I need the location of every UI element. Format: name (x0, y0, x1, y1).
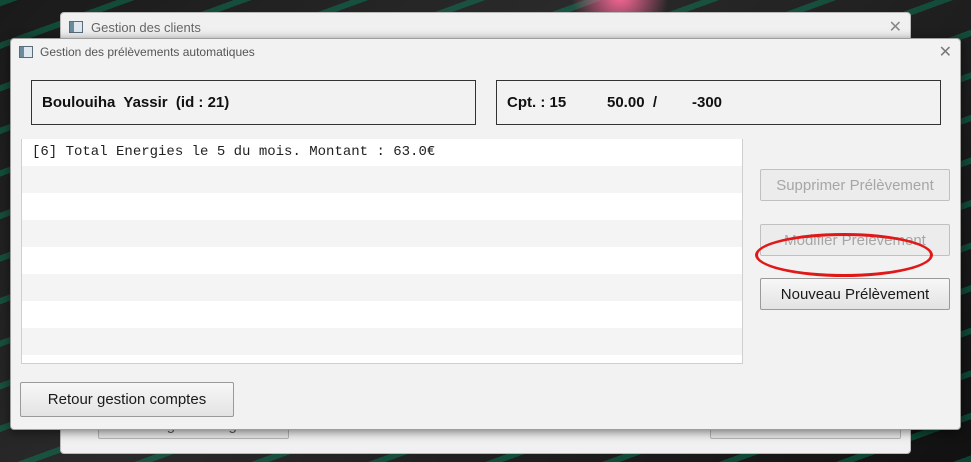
list-item[interactable] (22, 193, 742, 220)
modify-debit-button[interactable]: Modifier Prélèvement (760, 224, 950, 256)
app-icon (19, 46, 33, 58)
list-item[interactable] (22, 220, 742, 247)
dialog-titlebar: Gestion des prélèvements automatiques (11, 39, 960, 65)
delete-debit-button[interactable]: Supprimer Prélèvement (760, 169, 950, 201)
debit-list[interactable]: [6] Total Energies le 5 du mois. Montant… (21, 139, 743, 364)
app-icon (69, 21, 83, 33)
dialog-title: Gestion des prélèvements automatiques (40, 45, 255, 59)
list-item[interactable] (22, 166, 742, 193)
list-item[interactable] (22, 301, 742, 328)
back-accounts-button[interactable]: Retour gestion comptes (20, 382, 234, 417)
list-item[interactable] (22, 274, 742, 301)
client-info: Boulouiha Yassir (id : 21) (42, 94, 230, 111)
close-icon[interactable]: ✕ (889, 17, 902, 37)
client-info-box: Boulouiha Yassir (id : 21) (31, 80, 476, 125)
list-item[interactable] (22, 355, 742, 363)
account-label: Cpt. : 15 (507, 94, 567, 111)
account-overdraft: -300 (692, 94, 723, 111)
close-icon[interactable]: ✕ (939, 42, 952, 62)
background-window-title: Gestion des clients (91, 19, 201, 35)
list-item[interactable]: [6] Total Energies le 5 du mois. Montant… (22, 139, 742, 166)
account-info-box: Cpt. : 15 50.00 / -300 (496, 80, 941, 125)
list-item[interactable] (22, 328, 742, 355)
debit-management-dialog: Gestion des prélèvements automatiques ✕ … (10, 38, 961, 430)
list-item[interactable] (22, 247, 742, 274)
background-titlebar: Gestion des clients (61, 13, 910, 41)
account-balance: 50.00 / (607, 94, 658, 111)
new-debit-button[interactable]: Nouveau Prélèvement (760, 278, 950, 310)
